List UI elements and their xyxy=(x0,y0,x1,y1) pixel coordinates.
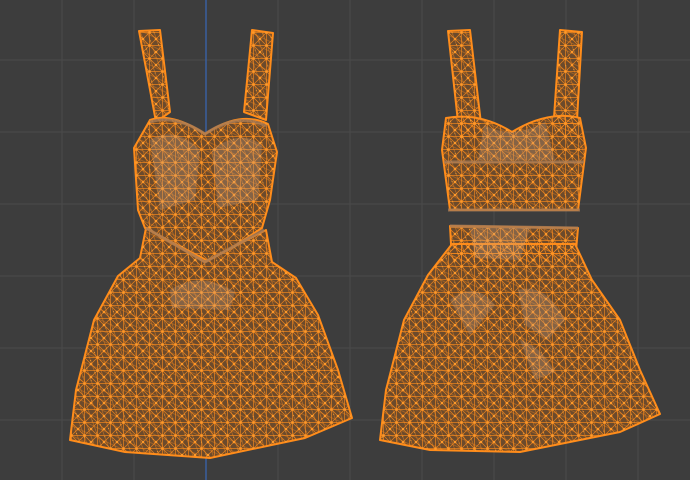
3d-viewport[interactable] xyxy=(0,0,690,480)
mesh-shading xyxy=(212,137,262,208)
dress-back-waist-edge xyxy=(449,224,579,230)
mesh-shading xyxy=(470,228,530,260)
viewport-canvas[interactable] xyxy=(0,0,690,480)
